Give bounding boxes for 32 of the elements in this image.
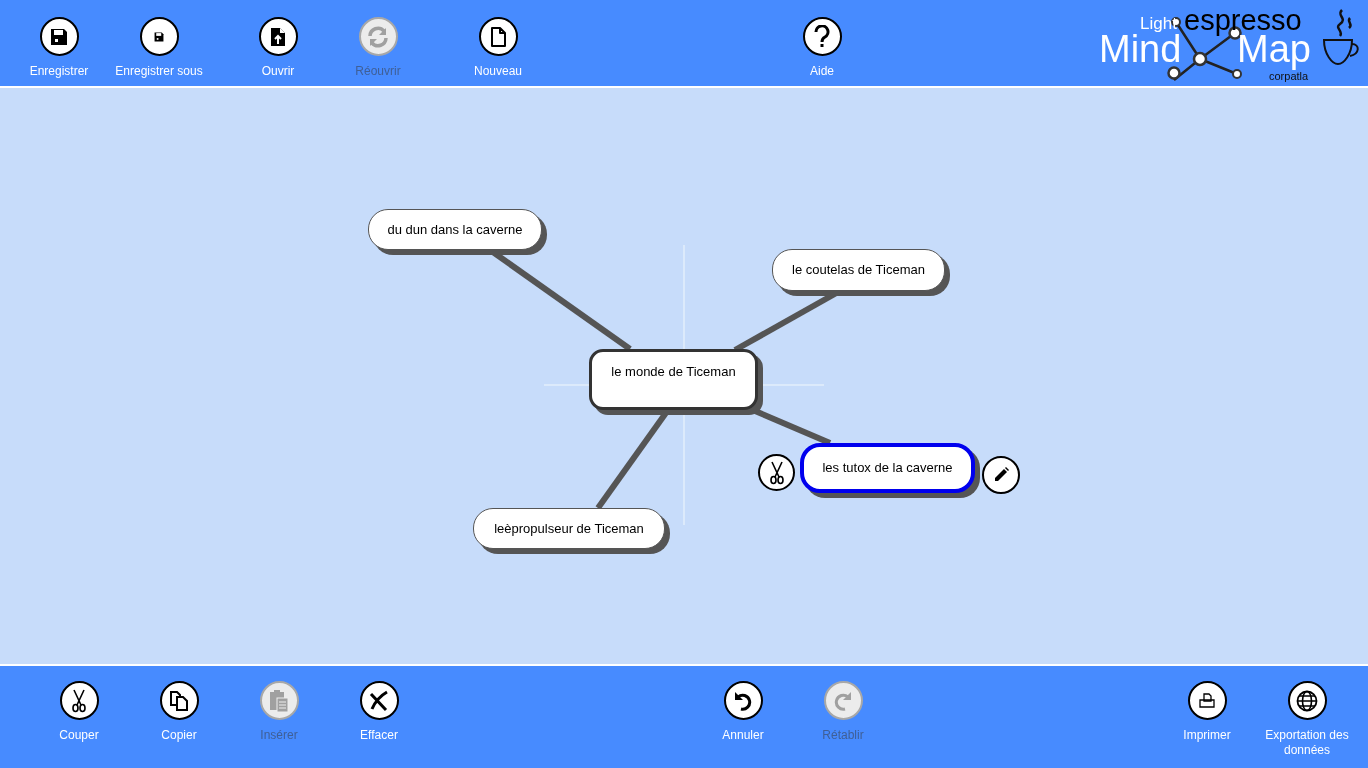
toolbar-button[interactable]: Aide [772, 17, 872, 79]
logo-espresso-text: espresso [1184, 4, 1302, 36]
cross-icon [368, 689, 390, 712]
coffee-cup-drawing [1322, 8, 1362, 68]
question-mark-icon [814, 24, 830, 49]
toolbar-button[interactable]: Annuler [693, 681, 793, 743]
scissors-icon [71, 688, 87, 713]
toolbar-button[interactable]: Couper [29, 681, 129, 743]
toolbar-button[interactable]: Copier [129, 681, 229, 743]
pencil-icon [992, 466, 1010, 484]
clipboard-icon [268, 688, 290, 713]
file-upload-icon [270, 26, 286, 47]
logo-author-text: corpatla [1269, 70, 1309, 82]
cut-node-button[interactable] [758, 454, 795, 491]
redo-icon [833, 690, 853, 711]
edit-node-button[interactable] [982, 456, 1020, 494]
copy-icon [169, 690, 189, 711]
toolbar-button[interactable]: Ouvrir [228, 17, 328, 79]
refresh-icon [366, 24, 390, 49]
toolbar-button[interactable]: Effacer [329, 681, 429, 743]
document-icon [490, 26, 506, 47]
toolbar-button[interactable]: Nouveau [448, 17, 548, 79]
printer-icon [1199, 692, 1215, 709]
scissors-icon [768, 460, 785, 485]
logo-light-text: Light [1140, 15, 1177, 33]
toolbar-button[interactable]: Enregistrer [9, 17, 109, 79]
globe-icon [1296, 689, 1318, 712]
toolbar-button[interactable]: Exportation des données [1257, 681, 1357, 758]
toolbar-button[interactable]: Imprimer [1157, 681, 1257, 743]
undo-icon [733, 690, 753, 711]
toolbar-button[interactable]: Enregistrer sous [109, 17, 209, 79]
logo-mind-text: Mind [1099, 34, 1182, 64]
